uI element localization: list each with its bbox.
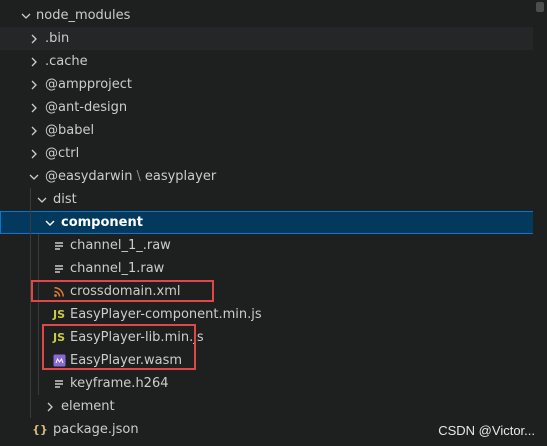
tree-file-easyplayer-component-min-js[interactable]: JS EasyPlayer-component.min.js (0, 303, 547, 326)
tree-file-label: keyframe.h264 (70, 376, 169, 391)
indent-guide (38, 349, 39, 372)
tree-folder-ctrl[interactable]: @ctrl (0, 142, 547, 165)
js-icon: JS (52, 331, 65, 344)
rss-icon (51, 280, 67, 303)
indent-guide (38, 234, 39, 257)
tree-file-label: EasyPlayer.wasm (70, 353, 183, 368)
js-icon: JS (52, 308, 65, 321)
indent-guide (30, 280, 31, 303)
tree-folder-label: @ampproject (45, 77, 133, 92)
chevron-right-icon[interactable] (26, 119, 42, 142)
tree-folder-babel[interactable]: @babel (0, 119, 547, 142)
text-file-icon (51, 234, 67, 257)
chevron-right-icon[interactable] (26, 50, 42, 73)
chevron-down-icon[interactable] (34, 188, 50, 211)
indent-guide (30, 395, 31, 418)
tree-folder-label: node_modules (36, 8, 131, 23)
indent-guide (30, 303, 31, 326)
tree-file-label: EasyPlayer-component.min.js (70, 307, 262, 322)
tree-file-easyplayer-lib-min-js[interactable]: JS EasyPlayer-lib.min.js (0, 326, 547, 349)
tree-file-label: crossdomain.xml (70, 284, 181, 299)
folder-segment-easyplayer[interactable]: easyplayer (145, 169, 216, 184)
csdn-watermark: CSDN @Victor... (438, 423, 535, 438)
tree-folder-ant-design[interactable]: @ant-design (0, 96, 547, 119)
indent-guide (30, 257, 31, 280)
tree-folder-node-modules[interactable]: node_modules (0, 4, 547, 27)
folder-segment-easydarwin[interactable]: @easydarwin (45, 169, 132, 184)
indent-guide (30, 326, 31, 349)
tree-file-label: EasyPlayer-lib.min.js (70, 330, 204, 345)
tree-folder-dist[interactable]: dist (0, 188, 547, 211)
tree-file-crossdomain-xml[interactable]: crossdomain.xml (0, 280, 547, 303)
tree-folder-easydarwin-easyplayer[interactable]: @easydarwin \ easyplayer (0, 165, 547, 188)
text-file-icon (51, 372, 67, 395)
vertical-scrollbar[interactable] (533, 0, 547, 446)
tree-folder-element[interactable]: element (0, 395, 547, 418)
tree-file-easyplayer-wasm[interactable]: EasyPlayer.wasm (0, 349, 547, 372)
indent-guide (30, 211, 31, 234)
chevron-right-icon[interactable] (26, 27, 42, 50)
tree-compact-folder-label: @easydarwin \ easyplayer (45, 165, 216, 188)
indent-guide (38, 257, 39, 280)
tree-folder-label: .bin (45, 31, 70, 46)
tree-folder-label: component (61, 215, 143, 230)
tree-file-channel-1-raw[interactable]: channel_1.raw (0, 257, 547, 280)
chevron-right-icon[interactable] (26, 142, 42, 165)
indent-guide (38, 326, 39, 349)
indent-guide (30, 234, 31, 257)
indent-guide (38, 303, 39, 326)
tree-folder-cache[interactable]: .cache (0, 50, 547, 73)
indent-guide (30, 188, 31, 211)
tree-folder-bin[interactable]: .bin (0, 27, 547, 50)
chevron-down-icon[interactable] (18, 4, 34, 27)
chevron-right-icon[interactable] (42, 395, 58, 418)
json-braces-icon: {} (32, 423, 48, 436)
tree-folder-label: @babel (45, 123, 95, 138)
file-explorer-tree: node_modules .bin .cache @ampproject @an… (0, 4, 547, 441)
tree-folder-label: element (61, 399, 115, 414)
tree-file-label: package.json (53, 422, 139, 437)
chevron-right-icon[interactable] (26, 96, 42, 119)
chevron-right-icon[interactable] (26, 73, 42, 96)
chevron-down-icon[interactable] (26, 165, 42, 188)
chevron-down-icon[interactable] (42, 211, 58, 234)
text-file-icon (51, 257, 67, 280)
indent-guide (30, 349, 31, 372)
tree-file-label: channel_1_.raw (70, 238, 171, 253)
tree-folder-label: dist (53, 192, 77, 207)
tree-file-label: channel_1.raw (70, 261, 165, 276)
tree-folder-label: .cache (45, 54, 88, 69)
path-separator: \ (136, 169, 141, 184)
tree-folder-label: @ctrl (45, 146, 80, 161)
tree-file-keyframe-h264[interactable]: keyframe.h264 (0, 372, 547, 395)
tree-folder-component[interactable]: component (0, 211, 547, 234)
tree-folder-label: @ant-design (45, 100, 128, 115)
wasm-icon (51, 349, 67, 372)
tree-folder-ampproject[interactable]: @ampproject (0, 73, 547, 96)
indent-guide (38, 280, 39, 303)
indent-guide (30, 372, 31, 395)
indent-guide (38, 372, 39, 395)
tree-file-channel-1-raw-underscore[interactable]: channel_1_.raw (0, 234, 547, 257)
scrollbar-thumb[interactable] (536, 2, 544, 12)
